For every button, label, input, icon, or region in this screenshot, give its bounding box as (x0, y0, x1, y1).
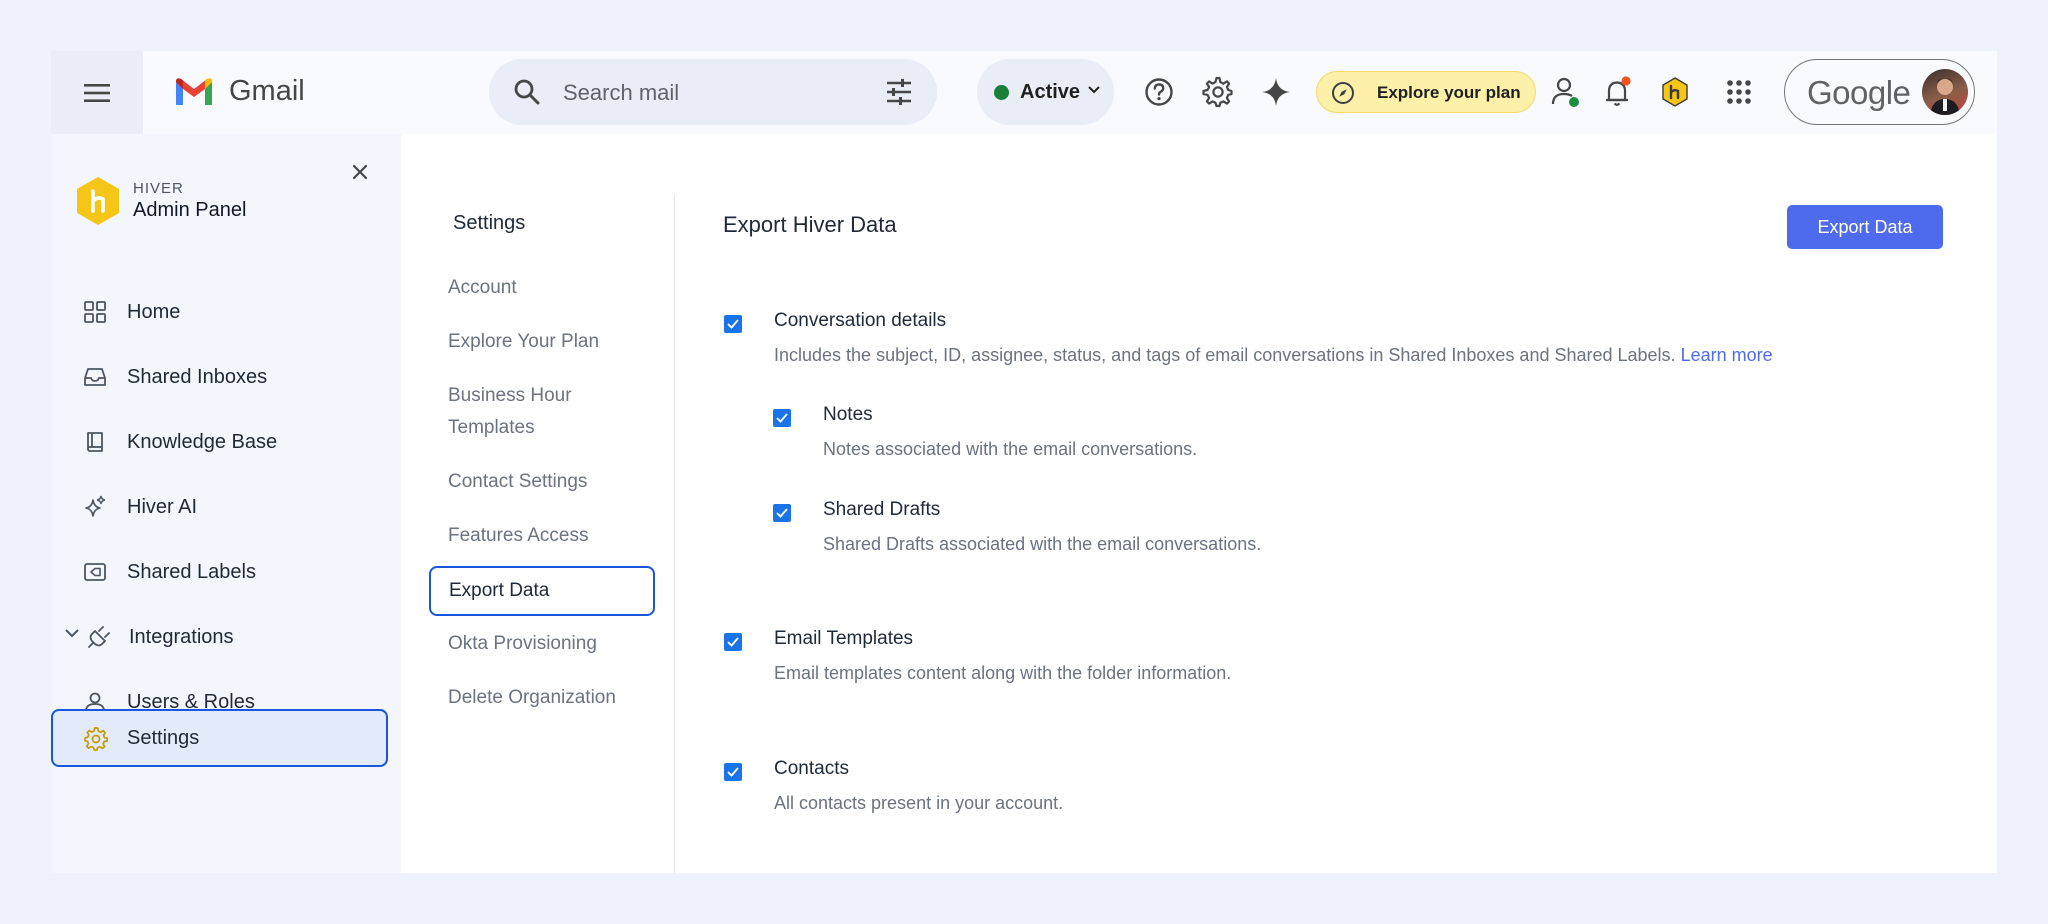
inbox-icon (84, 368, 106, 386)
sparkle-icon (85, 495, 106, 517)
explore-plan-button[interactable]: Explore your plan (1316, 71, 1536, 113)
hamburger-icon (84, 83, 110, 102)
settings-item-explore-your-plan[interactable]: Explore Your Plan (429, 326, 655, 358)
settings-item-delete-organization[interactable]: Delete Organization (429, 682, 655, 714)
checkmark-icon (776, 413, 788, 423)
option-description: All contacts present in your account. (774, 793, 1064, 813)
page-title: Export Hiver Data (723, 212, 897, 237)
learn-more-link[interactable]: Learn more (1681, 345, 1773, 365)
status-selector[interactable]: Active (977, 59, 1114, 125)
option-title: Shared Drafts (823, 499, 941, 520)
gmail-logo[interactable]: Gmail (173, 75, 305, 108)
compass-icon (1332, 82, 1354, 104)
checkmark-icon (727, 767, 739, 777)
book-icon (87, 432, 103, 452)
app-window: Gmail Search mail Active Explore your pl… (51, 51, 1997, 873)
settings-item-business-hour-templates[interactable]: Business Hour Templates (429, 380, 629, 444)
google-account-button[interactable]: Google (1784, 59, 1975, 125)
option-description: Shared Drafts associated with the email … (823, 534, 1262, 554)
option-description: Includes the subject, ID, assignee, stat… (774, 345, 1773, 365)
explore-plan-label: Explore your plan (1377, 83, 1521, 102)
sidebar-item-shared-inboxes[interactable]: Shared Inboxes (51, 348, 388, 406)
close-panel-button[interactable] (352, 164, 368, 180)
chevron-down-icon (1088, 86, 1100, 94)
grid-icon (84, 301, 106, 323)
hiver-extension-icon[interactable] (1657, 74, 1693, 110)
sidebar-item-shared-labels[interactable]: Shared Labels (51, 543, 388, 601)
checkmark-icon (727, 319, 739, 329)
sidebar-item-integrations[interactable]: Integrations (51, 608, 388, 666)
notes-checkbox[interactable] (773, 409, 791, 427)
export-data-button[interactable]: Export Data (1787, 205, 1943, 249)
sidebar-item-label: Shared Inboxes (127, 366, 268, 388)
chevron-down-icon[interactable] (65, 629, 79, 638)
search-input[interactable]: Search mail (563, 80, 679, 106)
settings-item-features-access[interactable]: Features Access (429, 520, 655, 552)
email-templates-checkbox[interactable] (724, 633, 742, 651)
settings-item-contact-settings[interactable]: Contact Settings (429, 466, 655, 498)
settings-item-export-data[interactable]: Export Data (429, 566, 655, 616)
shared-drafts-checkbox[interactable] (773, 504, 791, 522)
contacts-status-icon[interactable] (1548, 74, 1584, 110)
gmail-wordmark: Gmail (229, 75, 305, 107)
settings-item-okta-provisioning[interactable]: Okta Provisioning (429, 628, 655, 660)
option-description: Email templates content along with the f… (774, 663, 1232, 683)
contacts-checkbox[interactable] (724, 763, 742, 781)
search-icon[interactable] (513, 78, 541, 106)
sidebar-item-home[interactable]: Home (51, 283, 388, 341)
sidebar-item-settings[interactable]: Settings (51, 709, 388, 767)
help-icon[interactable] (1141, 74, 1177, 110)
gmail-m-icon (176, 77, 212, 105)
checkmark-icon (776, 508, 788, 518)
status-label: Active (1020, 81, 1081, 103)
checkmark-icon (727, 637, 739, 647)
option-title: Notes (823, 404, 873, 425)
settings-nav: Settings Account Explore Your Plan Busin… (401, 134, 674, 873)
search-bar[interactable]: Search mail (489, 59, 937, 125)
sidebar-item-knowledge-base[interactable]: Knowledge Base (51, 413, 388, 471)
google-logo: Google (1807, 74, 1911, 111)
sidebar-item-label: Settings (127, 727, 200, 749)
export-panel: Export Hiver Data Export Data Conversati… (675, 134, 1997, 873)
close-icon (352, 164, 368, 180)
sidebar-item-hiver-ai[interactable]: Hiver AI (51, 478, 388, 536)
sidebar-item-label: Knowledge Base (127, 431, 278, 453)
gemini-sparkle-icon[interactable] (1258, 74, 1294, 110)
hiver-brand: HIVER Admin Panel (75, 176, 246, 226)
sidebar-item-label: Integrations (129, 626, 234, 648)
gear-icon (84, 727, 108, 751)
notifications-bell-icon[interactable] (1600, 74, 1636, 110)
option-title: Conversation details (774, 310, 947, 331)
option-title: Contacts (774, 758, 849, 779)
sidebar-item-label: Shared Labels (127, 561, 256, 583)
brand-label: HIVER (133, 180, 184, 197)
plug-icon (88, 626, 110, 648)
settings-gear-icon[interactable] (1200, 74, 1236, 110)
settings-title: Settings (453, 212, 526, 234)
status-dot (994, 85, 1009, 100)
settings-item-account[interactable]: Account (429, 272, 655, 304)
option-description: Notes associated with the email conversa… (823, 439, 1198, 459)
hiver-logo (77, 177, 119, 225)
sidebar-item-label: Home (127, 301, 181, 323)
avatar[interactable] (1922, 69, 1968, 115)
label-icon (84, 563, 106, 581)
hiver-admin-sidebar: HIVER Admin Panel Home Shared Inboxes Kn… (51, 134, 401, 873)
option-title: Email Templates (774, 628, 914, 649)
gmail-top-bar: Gmail Search mail Active Explore your pl… (51, 51, 1997, 134)
content-area: Settings Account Explore Your Plan Busin… (401, 134, 1997, 873)
panel-title: Admin Panel (133, 199, 247, 221)
search-options-icon[interactable] (885, 79, 913, 105)
sidebar-item-label: Hiver AI (127, 496, 198, 518)
conversation-details-checkbox[interactable] (724, 315, 742, 333)
apps-grid-icon[interactable] (1721, 74, 1757, 110)
main-menu-button[interactable] (51, 51, 143, 134)
